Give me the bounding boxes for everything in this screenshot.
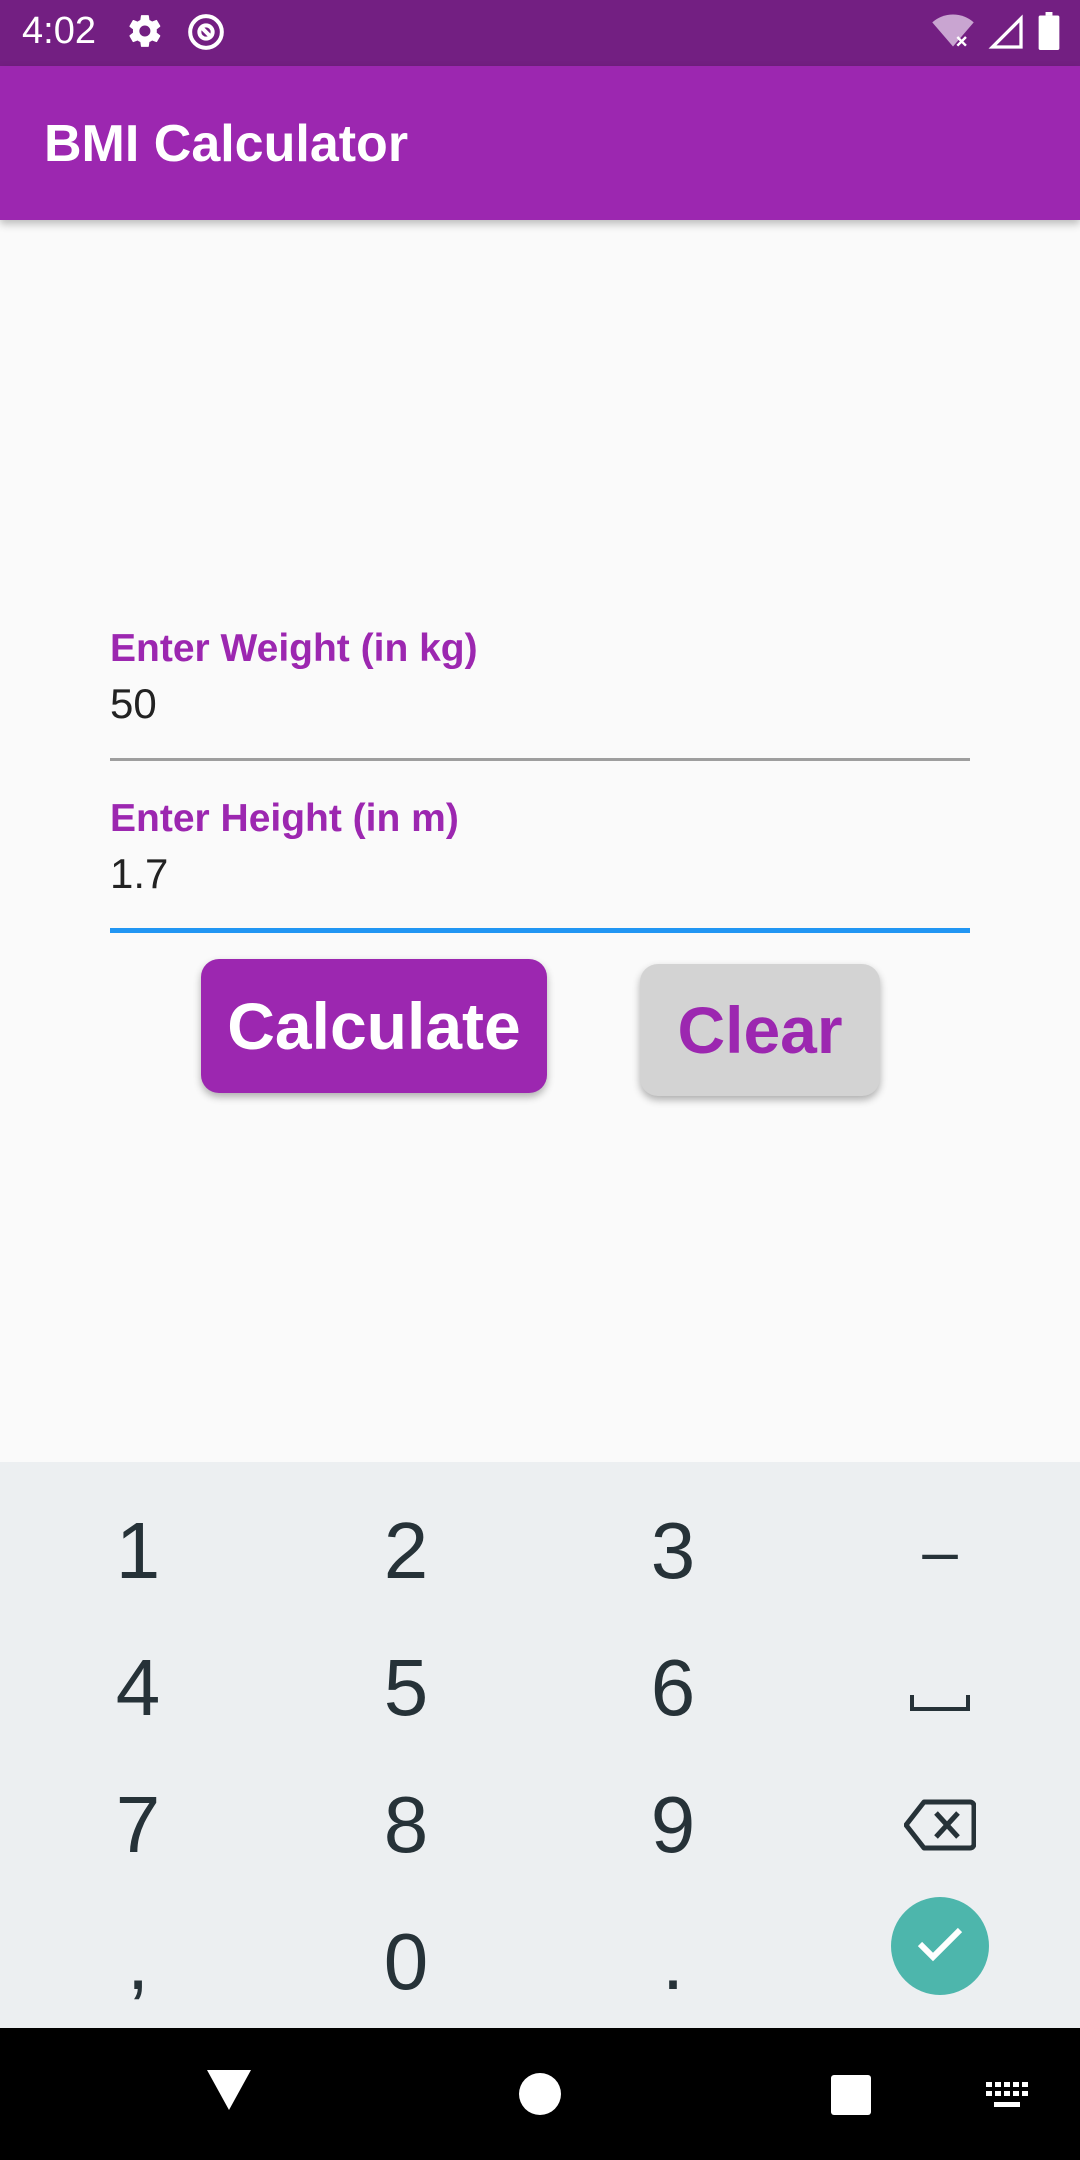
space-icon [908, 1642, 972, 1734]
app-bar: BMI Calculator [0, 66, 1080, 220]
weight-input[interactable] [110, 678, 970, 730]
key-comma[interactable]: , [38, 1894, 238, 2030]
status-time: 4:02 [22, 10, 96, 52]
calculate-button[interactable]: Calculate [201, 959, 547, 1093]
height-input[interactable] [110, 848, 970, 900]
check-icon [916, 1926, 964, 1967]
key-6[interactable]: 6 [573, 1620, 773, 1756]
at-sign-icon [186, 12, 226, 57]
key-backspace[interactable] [840, 1757, 1040, 1893]
key-4[interactable]: 4 [38, 1620, 238, 1756]
weight-label: Enter Weight (in kg) [110, 627, 478, 670]
settings-icon [126, 12, 164, 57]
app-title: BMI Calculator [44, 115, 409, 173]
height-underline-focused [110, 928, 970, 933]
keyboard-switch-icon[interactable] [984, 2080, 1030, 2117]
key-7[interactable]: 7 [38, 1757, 238, 1893]
key-9[interactable]: 9 [573, 1757, 773, 1893]
key-8[interactable]: 8 [306, 1757, 506, 1893]
navigation-bar [0, 2028, 1080, 2160]
height-label: Enter Height (in m) [110, 797, 459, 840]
backspace-icon [903, 1779, 977, 1871]
back-icon[interactable] [205, 2068, 253, 2117]
key-1[interactable]: 1 [38, 1483, 238, 1619]
battery-icon [1038, 12, 1060, 55]
home-icon[interactable] [518, 2072, 562, 2121]
key-0[interactable]: 0 [306, 1894, 506, 2030]
status-bar: 4:02 [0, 0, 1080, 66]
clear-button[interactable]: Clear [640, 964, 880, 1096]
key-done[interactable] [891, 1897, 989, 1995]
key-3[interactable]: 3 [573, 1483, 773, 1619]
signal-icon [988, 14, 1024, 55]
key-period[interactable]: . [573, 1894, 773, 2030]
wifi-off-icon [932, 12, 974, 55]
weight-underline [110, 758, 970, 761]
key-2[interactable]: 2 [306, 1483, 506, 1619]
key-5[interactable]: 5 [306, 1620, 506, 1756]
key-minus[interactable]: – [840, 1483, 1040, 1619]
recents-icon[interactable] [829, 2074, 873, 2121]
key-space[interactable] [840, 1620, 1040, 1756]
